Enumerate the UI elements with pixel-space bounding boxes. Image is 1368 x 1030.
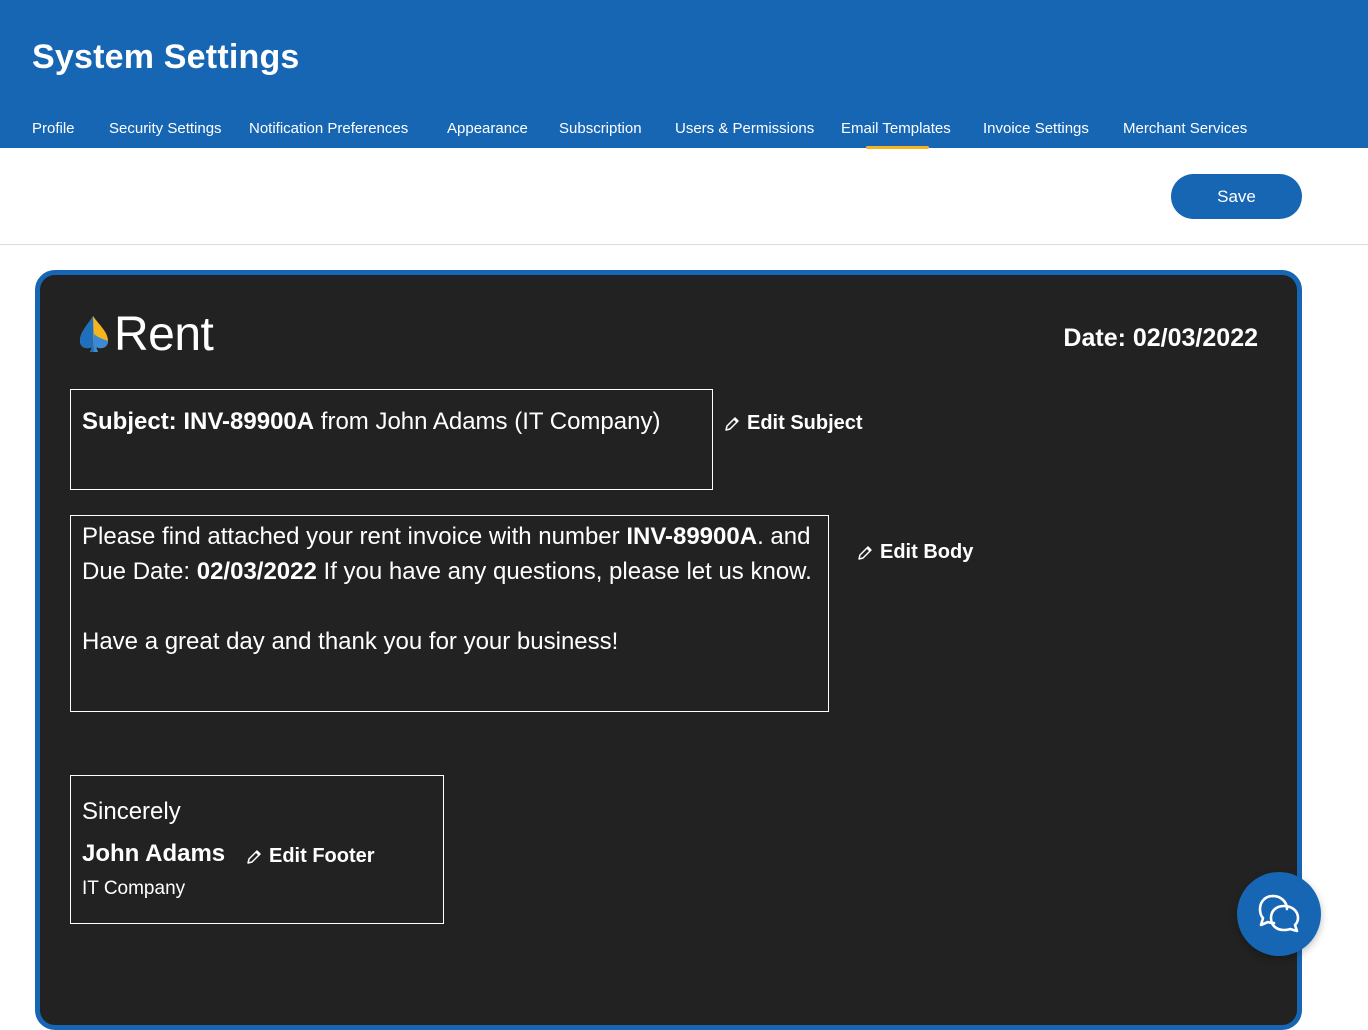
pencil-icon xyxy=(725,416,739,431)
tab-email-templates[interactable]: Email Templates xyxy=(841,120,951,137)
tab-profile[interactable]: Profile xyxy=(32,120,75,137)
body-text-3: If you have any questions, please let us… xyxy=(323,558,812,585)
tab-merchant-services[interactable]: Merchant Services xyxy=(1123,120,1247,137)
date-label: Date: xyxy=(1063,324,1126,352)
subject-invoice-number: INV-89900A xyxy=(183,408,315,435)
pencil-icon xyxy=(247,849,261,864)
active-tab-indicator xyxy=(866,146,929,149)
page-title: System Settings xyxy=(32,38,300,76)
footer-sincerely: Sincerely xyxy=(82,798,181,825)
footer-name: John Adams xyxy=(82,840,226,867)
edit-footer-button[interactable]: Edit Footer xyxy=(246,845,375,868)
edit-body-label: Edit Body xyxy=(880,541,974,563)
tab-appearance[interactable]: Appearance xyxy=(447,120,528,137)
subject-rest: from John Adams (IT Company) xyxy=(320,408,661,435)
brand-logo: Rent xyxy=(78,307,214,361)
body-closing: Have a great day and thank you for your … xyxy=(82,628,619,655)
edit-body-button[interactable]: Edit Body xyxy=(857,541,973,564)
tab-subscription[interactable]: Subscription xyxy=(559,120,642,137)
body-invoice-number: INV-89900A xyxy=(626,523,758,550)
subject-label: Subject: xyxy=(82,408,177,435)
edit-subject-button[interactable]: Edit Subject xyxy=(724,412,863,435)
header: System Settings Profile Security Setting… xyxy=(0,0,1368,149)
subject-box: Subject: INV-89900A from John Adams (IT … xyxy=(70,389,713,490)
footer-company: IT Company xyxy=(82,878,186,899)
toolbar-divider xyxy=(0,244,1368,245)
tab-invoice-settings[interactable]: Invoice Settings xyxy=(983,120,1089,137)
body-paragraph: Please find attached your rent invoice w… xyxy=(82,519,816,589)
save-button[interactable]: Save xyxy=(1171,174,1302,219)
tab-notification-preferences[interactable]: Notification Preferences xyxy=(249,120,408,137)
template-date: Date: 02/03/2022 xyxy=(1063,324,1258,353)
date-value: 02/03/2022 xyxy=(1132,324,1258,352)
logo-icon xyxy=(80,316,108,352)
edit-footer-label: Edit Footer xyxy=(269,845,375,867)
chat-icon xyxy=(1258,894,1300,933)
body-box: Please find attached your rent invoice w… xyxy=(70,515,829,712)
tab-users-permissions[interactable]: Users & Permissions xyxy=(675,120,814,137)
edit-subject-label: Edit Subject xyxy=(747,412,863,434)
tab-security-settings[interactable]: Security Settings xyxy=(109,120,222,137)
body-due-date: 02/03/2022 xyxy=(196,558,317,585)
chat-button[interactable] xyxy=(1237,872,1321,956)
brand-name: Rent xyxy=(114,307,214,361)
pencil-icon xyxy=(858,545,872,560)
body-text-1: Please find attached your rent invoice w… xyxy=(82,523,620,550)
